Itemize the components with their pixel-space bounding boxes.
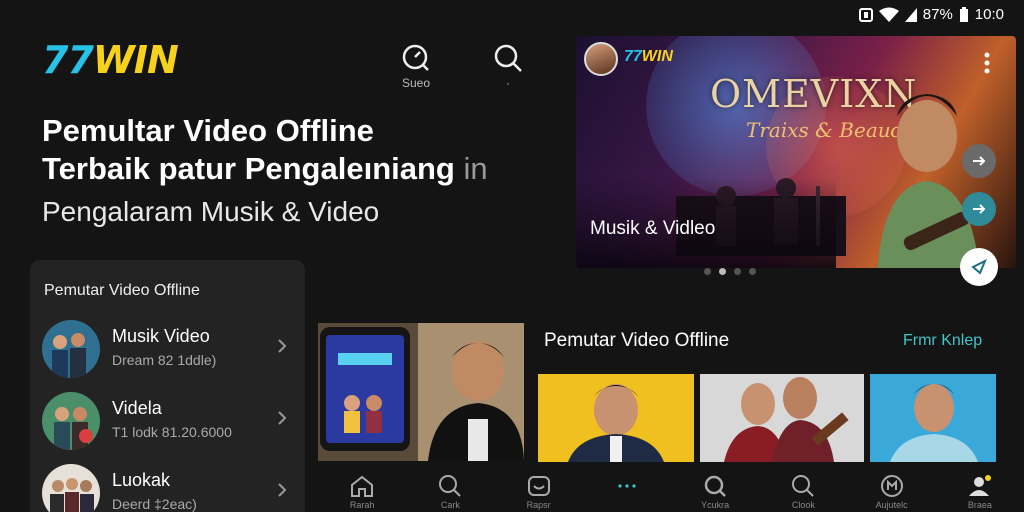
nav-item-home[interactable]: Rarah [318,468,406,512]
library-icon [527,476,550,496]
next-arrow-button[interactable] [962,144,996,178]
chevron-right-icon [277,410,287,431]
nav-item-music-app[interactable]: Aujutelc [848,468,936,512]
carousel-dot[interactable] [749,268,756,275]
app-logo[interactable]: 77WIN [42,38,179,82]
video-thumbnail [700,374,864,462]
arrow-right-icon [973,204,986,214]
bottom-nav: Rarah Cark Rapsr Ycukra Clook Aujutelc B… [318,468,1024,512]
send-icon [971,258,987,275]
discover-icon [704,475,727,497]
search-icon [439,475,462,497]
header-discover-label: Sueo [401,76,431,90]
list-item[interactable]: Luokak Deerd ‡2eac) [42,464,297,512]
banner-logo: 77WIN [624,48,673,65]
hero-title: Pemultar Video Offline Terbaik patur Pen… [42,112,562,188]
carousel-dot[interactable] [734,268,741,275]
video-card[interactable] [538,374,694,462]
discover-icon [398,40,434,76]
header-discover[interactable]: Sueo [398,40,434,90]
phone-promo-image [318,323,524,461]
banner-tag: Musik & Vidleo [590,218,716,239]
more-options-icon[interactable] [984,52,990,79]
nav-label: Aujutelc [875,500,908,510]
video-thumbnail [870,374,996,462]
nav-label: Cark [440,500,460,510]
nav-item-discover[interactable]: Ycukra [671,468,759,512]
hero-title-line1: Pemultar Video Offline [42,113,374,148]
nav-label: Ycukra [701,500,730,510]
hero-subtitle: Pengalaram Musik & Video [42,196,380,227]
nav-item-search-alt[interactable]: Clook [759,468,847,512]
wifi-icon [878,7,899,22]
carousel-dots[interactable] [704,268,756,275]
nav-label: Braea [967,500,992,510]
clock: 10:0 [974,6,1004,23]
status-bar: 87% 10:0 [858,6,1004,23]
nav-item-more[interactable] [583,468,671,512]
nav-item-profile[interactable]: Braea [936,468,1024,512]
search-icon [490,40,526,76]
alarm-icon [858,7,873,22]
list-item-thumbnail [42,464,100,512]
featured-banner[interactable]: 77WIN OMEVIXN Traixs & Beaud Musik & Vid… [576,36,1016,268]
search-alt-icon [792,475,815,497]
more-dots-icon [618,484,636,488]
panel-title: Pemutar Video Offline [44,282,200,299]
nav-item-search[interactable]: Cark [406,468,494,512]
phone-promo-card[interactable] [318,323,524,461]
list-item-title: Videla [112,398,162,418]
nav-label: Clook [791,500,815,510]
battery-percent: 87% [922,6,953,23]
list-item-subtitle: Deerd ‡2eac) [112,496,197,512]
list-item-subtitle: T1 lodk 81.20.6000 [112,424,232,440]
video-thumbnail [538,374,694,462]
share-button[interactable] [960,248,998,286]
nav-label: Rapsr [526,500,551,510]
list-item-thumbnail [42,392,100,450]
video-card[interactable] [700,374,864,462]
carousel-dot[interactable] [704,268,711,275]
video-card[interactable] [870,374,996,462]
list-item-thumbnail [42,320,100,378]
nav-item-library[interactable]: Rapsr [495,468,583,512]
section-title: Pemutar Video Offline [544,330,730,351]
forward-button[interactable] [962,192,996,226]
carousel-dot[interactable] [719,268,726,275]
profile-icon [968,475,991,496]
header-search-label: · [506,76,510,90]
offline-player-panel: Pemutar Video Offline Musik Video Dream … [30,260,305,512]
section-see-all-link[interactable]: Frmr Knlep [903,332,982,350]
chevron-right-icon [277,338,287,359]
list-item-title: Musik Video [112,326,210,346]
hero-title-line2: Terbaik patur Pengaleıniang [42,151,455,186]
list-item-subtitle: Dream 82 1ddle) [112,352,217,368]
home-icon [351,475,374,497]
channel-avatar[interactable] [584,42,618,76]
list-item[interactable]: Videla T1 lodk 81.20.6000 [42,392,297,452]
header-search[interactable]: · [490,40,526,90]
music-app-icon [880,475,903,497]
arrow-right-icon [973,156,986,166]
hero-title-trail: in [463,151,488,186]
signal-icon [904,7,917,22]
chevron-right-icon [277,482,287,503]
list-item[interactable]: Musik Video Dream 82 1ddle) [42,320,297,380]
list-item-title: Luokak [112,470,171,490]
battery-icon [959,6,968,22]
nav-label: Rarah [349,500,375,510]
